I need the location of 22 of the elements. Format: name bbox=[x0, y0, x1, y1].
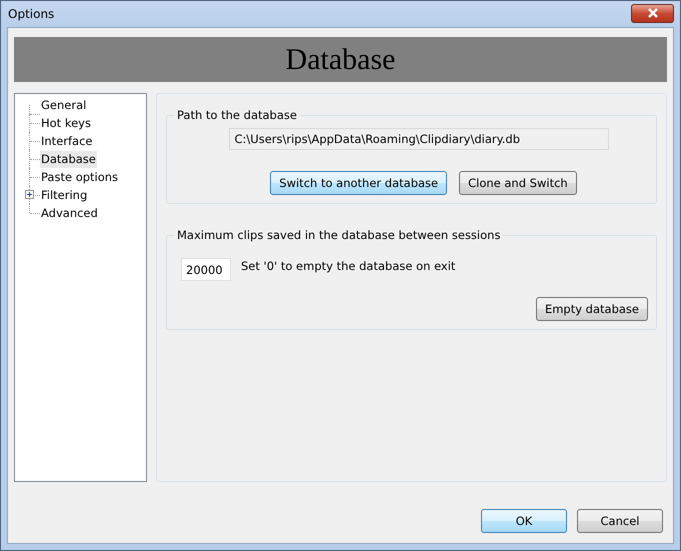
tree-item[interactable]: Database bbox=[40, 150, 97, 168]
close-button[interactable] bbox=[631, 4, 674, 22]
tree-item[interactable]: Interface bbox=[40, 132, 94, 150]
path-field[interactable]: C:\Users\rips\AppData\Roaming\Clipdiary\diary.db bbox=[228, 128, 608, 150]
group-label: Maximum clips saved in the database between sessions bbox=[176, 228, 502, 242]
group-label: Path to the database bbox=[176, 108, 298, 122]
push-button[interactable]: Empty database bbox=[536, 297, 648, 321]
tree-item[interactable]: Hot keys bbox=[40, 114, 92, 132]
push-button[interactable]: Clone and Switch bbox=[459, 171, 577, 195]
page-title: Database bbox=[286, 42, 396, 76]
tree-item[interactable]: Filtering bbox=[40, 186, 88, 204]
expand-icon[interactable] bbox=[25, 190, 34, 199]
push-button[interactable]: Cancel bbox=[577, 509, 663, 533]
close-icon bbox=[646, 8, 658, 18]
window-title: Options bbox=[8, 7, 54, 21]
push-button[interactable]: OK bbox=[481, 509, 567, 533]
tree-item[interactable]: General bbox=[40, 96, 88, 114]
tree-item[interactable]: Paste options bbox=[40, 168, 120, 186]
tree-item[interactable]: Advanced bbox=[40, 204, 99, 222]
hint-text: Set '0' to empty the database on exit bbox=[241, 258, 456, 272]
push-button[interactable]: Switch to another database bbox=[270, 171, 448, 195]
number-field[interactable]: 20000 bbox=[181, 258, 231, 281]
